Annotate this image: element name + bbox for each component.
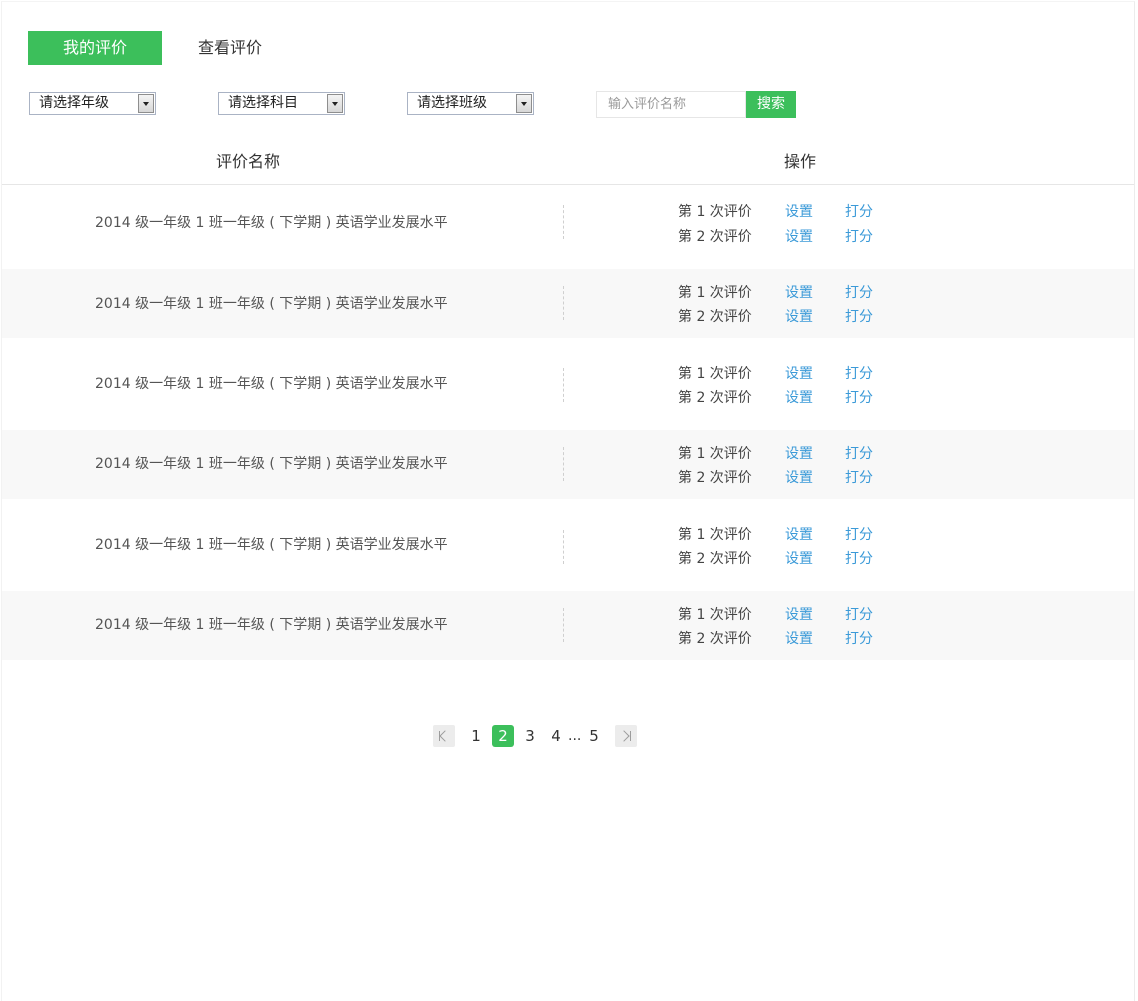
class-select[interactable]: 请选择班级	[407, 92, 534, 115]
table-row: 2014 级一年级 1 班一年级 ( 下学期 ) 英语学业发展水平 第 1 次评…	[2, 499, 1134, 591]
table-row: 2014 级一年级 1 班一年级 ( 下学期 ) 英语学业发展水平 第 1 次评…	[2, 591, 1134, 660]
set-link[interactable]: 设置	[785, 364, 813, 384]
set-link[interactable]: 设置	[785, 283, 813, 303]
grade-select[interactable]: 请选择年级	[29, 92, 156, 115]
page-3[interactable]: 3	[519, 725, 541, 747]
score-link[interactable]: 打分	[845, 629, 873, 649]
chevron-down-icon[interactable]	[138, 94, 154, 113]
page-2-current[interactable]: 2	[492, 725, 514, 747]
subject-select-value: 请选择科目	[228, 95, 298, 111]
column-header-operation: 操作	[784, 152, 817, 171]
last-page-icon[interactable]	[615, 725, 637, 747]
column-divider	[563, 286, 564, 320]
evaluation-name: 2014 级一年级 1 班一年级 ( 下学期 ) 英语学业发展水平	[95, 617, 448, 633]
score-link[interactable]: 打分	[845, 525, 873, 545]
header-divider	[2, 184, 1134, 185]
evaluation-round-label: 第 1 次评价	[678, 527, 752, 543]
evaluation-round-label: 第 1 次评价	[678, 446, 752, 462]
tab-view-evaluations[interactable]: 查看评价	[172, 31, 288, 65]
tab-my-evaluations[interactable]: 我的评价	[28, 31, 162, 65]
page-4[interactable]: 4	[545, 725, 567, 747]
evaluation-round-label: 第 2 次评价	[678, 631, 752, 647]
score-link[interactable]: 打分	[845, 307, 873, 327]
set-link[interactable]: 设置	[785, 307, 813, 327]
chevron-down-icon[interactable]	[327, 94, 343, 113]
set-link[interactable]: 设置	[785, 549, 813, 569]
search-input[interactable]	[596, 91, 746, 118]
chevron-down-icon[interactable]	[516, 94, 532, 113]
page-1[interactable]: 1	[465, 725, 487, 747]
set-link[interactable]: 设置	[785, 202, 813, 222]
evaluation-round-label: 第 2 次评价	[678, 229, 752, 245]
evaluation-round-label: 第 2 次评价	[678, 390, 752, 406]
score-link[interactable]: 打分	[845, 202, 873, 222]
column-divider	[563, 368, 564, 402]
column-divider	[563, 608, 564, 642]
evaluation-round-label: 第 2 次评价	[678, 551, 752, 567]
table-row: 2014 级一年级 1 班一年级 ( 下学期 ) 英语学业发展水平 第 1 次评…	[2, 269, 1134, 338]
set-link[interactable]: 设置	[785, 468, 813, 488]
set-link[interactable]: 设置	[785, 227, 813, 247]
set-link[interactable]: 设置	[785, 444, 813, 464]
class-select-value: 请选择班级	[417, 95, 487, 111]
score-link[interactable]: 打分	[845, 444, 873, 464]
set-link[interactable]: 设置	[785, 388, 813, 408]
evaluation-round-label: 第 1 次评价	[678, 607, 752, 623]
score-link[interactable]: 打分	[845, 549, 873, 569]
table-row: 2014 级一年级 1 班一年级 ( 下学期 ) 英语学业发展水平 第 1 次评…	[2, 338, 1134, 430]
evaluation-name: 2014 级一年级 1 班一年级 ( 下学期 ) 英语学业发展水平	[95, 296, 448, 312]
evaluation-round-label: 第 2 次评价	[678, 470, 752, 486]
search-button[interactable]: 搜索	[746, 91, 796, 118]
grade-select-value: 请选择年级	[39, 95, 109, 111]
table-row: 2014 级一年级 1 班一年级 ( 下学期 ) 英语学业发展水平 第 1 次评…	[2, 430, 1134, 499]
score-link[interactable]: 打分	[845, 227, 873, 247]
score-link[interactable]: 打分	[845, 605, 873, 625]
score-link[interactable]: 打分	[845, 388, 873, 408]
score-link[interactable]: 打分	[845, 364, 873, 384]
first-page-icon[interactable]	[433, 725, 455, 747]
evaluation-name: 2014 级一年级 1 班一年级 ( 下学期 ) 英语学业发展水平	[95, 376, 448, 392]
evaluation-name: 2014 级一年级 1 班一年级 ( 下学期 ) 英语学业发展水平	[95, 215, 448, 231]
set-link[interactable]: 设置	[785, 525, 813, 545]
set-link[interactable]: 设置	[785, 629, 813, 649]
column-header-name: 评价名称	[216, 152, 281, 171]
page-ellipsis: ...	[568, 728, 582, 744]
column-divider	[563, 530, 564, 564]
column-divider	[563, 447, 564, 481]
column-divider	[563, 205, 564, 239]
subject-select[interactable]: 请选择科目	[218, 92, 345, 115]
score-link[interactable]: 打分	[845, 468, 873, 488]
score-link[interactable]: 打分	[845, 283, 873, 303]
table-row: 2014 级一年级 1 班一年级 ( 下学期 ) 英语学业发展水平 第 1 次评…	[2, 188, 1134, 269]
evaluation-name: 2014 级一年级 1 班一年级 ( 下学期 ) 英语学业发展水平	[95, 456, 448, 472]
evaluation-round-label: 第 2 次评价	[678, 309, 752, 325]
evaluation-round-label: 第 1 次评价	[678, 285, 752, 301]
evaluation-name: 2014 级一年级 1 班一年级 ( 下学期 ) 英语学业发展水平	[95, 537, 448, 553]
set-link[interactable]: 设置	[785, 605, 813, 625]
evaluation-round-label: 第 1 次评价	[678, 366, 752, 382]
evaluation-round-label: 第 1 次评价	[678, 204, 752, 220]
page-5[interactable]: 5	[583, 725, 605, 747]
